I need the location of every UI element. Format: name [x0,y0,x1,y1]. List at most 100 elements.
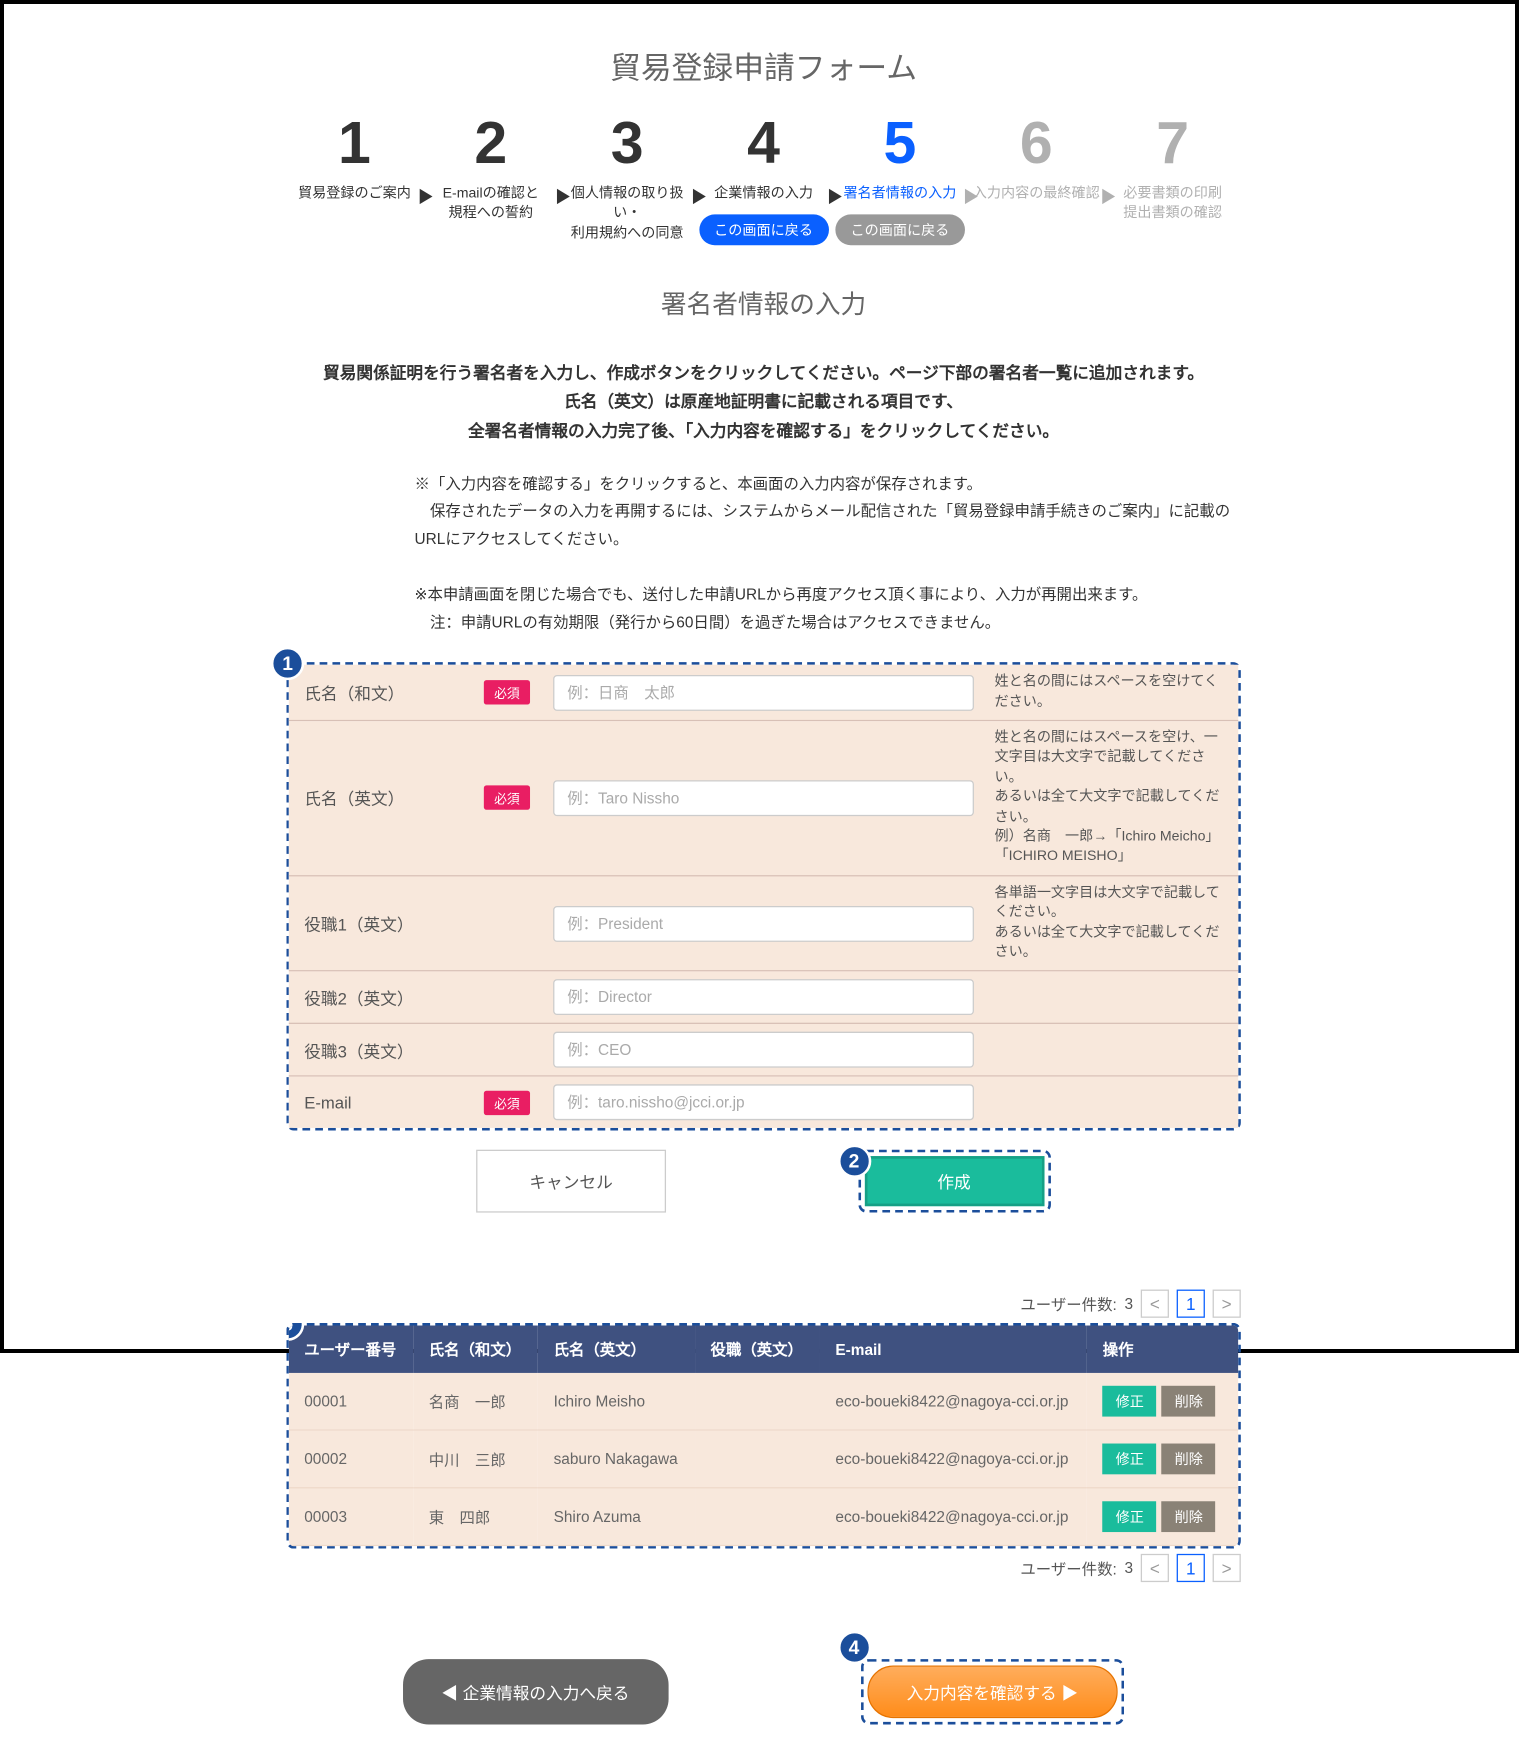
form-row: 役職3（英文） [289,1024,1238,1077]
stepper: 123 4 5 67 [286,113,1241,172]
table-header: 役職（英文） [695,1326,820,1373]
table-header: 操作 [1087,1326,1238,1373]
step-5: 5 [832,113,968,172]
table-header: 氏名（和文） [413,1326,538,1373]
signer-table: ユーザー番号氏名（和文）氏名（英文）役職（英文）E-mail操作 00001名商… [289,1326,1238,1547]
form-label-cell: E-mail 必須 [289,1078,546,1128]
back-button[interactable]: ◀ 企業情報の入力へ戻る [403,1659,668,1724]
delete-button[interactable]: 削除 [1162,1502,1216,1533]
step-7: 7 [1104,113,1240,172]
table-row: 00001名商 一郎Ichiro Meishoeco-boueki8422@na… [289,1373,1238,1430]
field-label: 役職3（英文） [304,1038,413,1062]
confirm-button[interactable]: 入力内容を確認する ▶ [867,1666,1118,1719]
field-help: 各単語一文字目は大文字で記載してください。あるいは全て大文字で記載してください。 [982,876,1239,970]
table-cell [695,1430,820,1488]
callout-2: 2 [837,1145,870,1178]
table-cell: 名商 一郎 [413,1373,538,1430]
field-help: 姓と名の間にはスペースを空け、一文字目は大文字で記載してください。あるいは全て大… [982,721,1239,875]
step-label-group-1: 貿易登録のご案内 [286,185,422,246]
step-label-group-6: 入力内容の最終確認 [968,185,1104,246]
pager-top: ユーザー件数: 3 < 1 > [286,1290,1241,1318]
step-number: 4 [747,113,780,172]
field-help: 姓と名の間にはスペースを空けてください。 [982,665,1239,720]
step-3: 3 [559,113,695,172]
instructions: 貿易関係証明を行う署名者を入力し、作成ボタンをクリックしてください。ページ下部の… [286,360,1241,445]
notes: ※「入力内容を確認する」をクリックすると、本画面の入力内容が保存されます。 保存… [415,471,1241,637]
edit-button[interactable]: 修正 [1103,1444,1157,1475]
form-label-cell: 氏名（和文）必須 [289,667,546,717]
form-row: 役職1（英文） 各単語一文字目は大文字で記載してください。あるいは全て大文字で記載… [289,876,1238,972]
form-row: E-mail 必須 [289,1077,1238,1128]
table-cell [695,1488,820,1546]
step-label: 個人情報の取り扱い・利用規約への同意 [559,185,695,244]
text-input[interactable] [553,905,974,941]
pager-prev[interactable]: < [1141,1554,1169,1582]
step-2: 2 [423,113,559,172]
form-label-cell: 氏名（英文）必須 [289,773,546,823]
step-label: 企業情報の入力 [695,185,831,205]
form-label-cell: 役職1（英文） [289,898,546,948]
create-button[interactable]: 作成 [864,1157,1044,1207]
step-return-button: この画面に戻る [835,215,965,246]
table-cell-actions: 修正削除 [1087,1488,1238,1546]
step-label: 入力内容の最終確認 [968,185,1104,205]
cancel-button[interactable]: キャンセル [477,1150,666,1213]
text-input[interactable] [553,979,974,1015]
step-label: E-mailの確認と規程への誓約 [423,185,559,224]
form-row: 役職2（英文） [289,972,1238,1025]
form-row: 氏名（英文）必須 姓と名の間にはスペースを空け、一文字目は大文字で記載してください… [289,721,1238,876]
text-input[interactable] [553,675,974,711]
delete-button[interactable]: 削除 [1162,1386,1216,1417]
table-header: ユーザー番号 [289,1326,414,1373]
field-label: 役職2（英文） [304,985,413,1009]
table-header: E-mail [820,1326,1087,1373]
step-number: 6 [1020,113,1053,172]
section-title: 署名者情報の入力 [286,284,1241,321]
step-label-group-4: 企業情報の入力この画面に戻る [695,185,831,246]
text-input[interactable] [553,780,974,816]
user-count: 3 [1124,1559,1133,1577]
page-title: 貿易登録申請フォーム [286,42,1241,87]
required-badge: 必須 [484,786,530,810]
delete-button[interactable]: 削除 [1162,1444,1216,1475]
step-return-button[interactable]: この画面に戻る [699,215,829,246]
table-cell: 東 四郎 [413,1488,538,1546]
user-count-label: ユーザー件数: [1020,1557,1116,1579]
required-badge: 必須 [484,1090,530,1114]
field-label: 氏名（和文） [304,680,404,704]
field-label: E-mail [304,1093,351,1112]
table-cell: 中川 三郎 [413,1430,538,1488]
text-input[interactable] [553,1032,974,1068]
table-cell: 00003 [289,1488,414,1546]
edit-button[interactable]: 修正 [1103,1386,1157,1417]
step-number: 5 [883,113,916,172]
pager-next[interactable]: > [1213,1554,1241,1582]
pager-next[interactable]: > [1213,1290,1241,1318]
step-4: 4 [695,113,831,172]
user-count: 3 [1124,1295,1133,1313]
step-label-group-3: 個人情報の取り扱い・利用規約への同意 [559,185,695,246]
field-help [982,1042,1239,1057]
table-cell-actions: 修正削除 [1087,1430,1238,1488]
pager-page-1[interactable]: 1 [1177,1290,1205,1318]
user-count-label: ユーザー件数: [1020,1293,1116,1315]
pager-prev[interactable]: < [1141,1290,1169,1318]
step-number: 3 [611,113,644,172]
edit-button[interactable]: 修正 [1103,1502,1157,1533]
step-number: 1 [338,113,371,172]
form-row: 氏名（和文）必須 姓と名の間にはスペースを空けてください。 [289,665,1238,721]
step-1: 1 [286,113,422,172]
pager-page-1[interactable]: 1 [1177,1554,1205,1582]
table-cell-actions: 修正削除 [1087,1373,1238,1430]
table-row: 00003東 四郎Shiro Azumaeco-boueki8422@nagoy… [289,1488,1238,1546]
step-label-group-7: 必要書類の印刷提出書類の確認 [1104,185,1240,246]
table-cell: eco-boueki8422@nagoya-cci.or.jp [820,1430,1087,1488]
table-cell: eco-boueki8422@nagoya-cci.or.jp [820,1373,1087,1430]
table-cell: saburo Nakagawa [538,1430,695,1488]
text-input[interactable] [553,1085,974,1121]
pager-bottom: ユーザー件数: 3 < 1 > [286,1554,1241,1582]
signer-form: 1 氏名（和文）必須姓と名の間にはスペースを空けてください。氏名（英文）必須姓と… [286,662,1241,1130]
table-cell: 00001 [289,1373,414,1430]
field-label: 役職1（英文） [304,911,413,935]
signer-table-box: 3 ユーザー番号氏名（和文）氏名（英文）役職（英文）E-mail操作 00001… [286,1323,1241,1549]
